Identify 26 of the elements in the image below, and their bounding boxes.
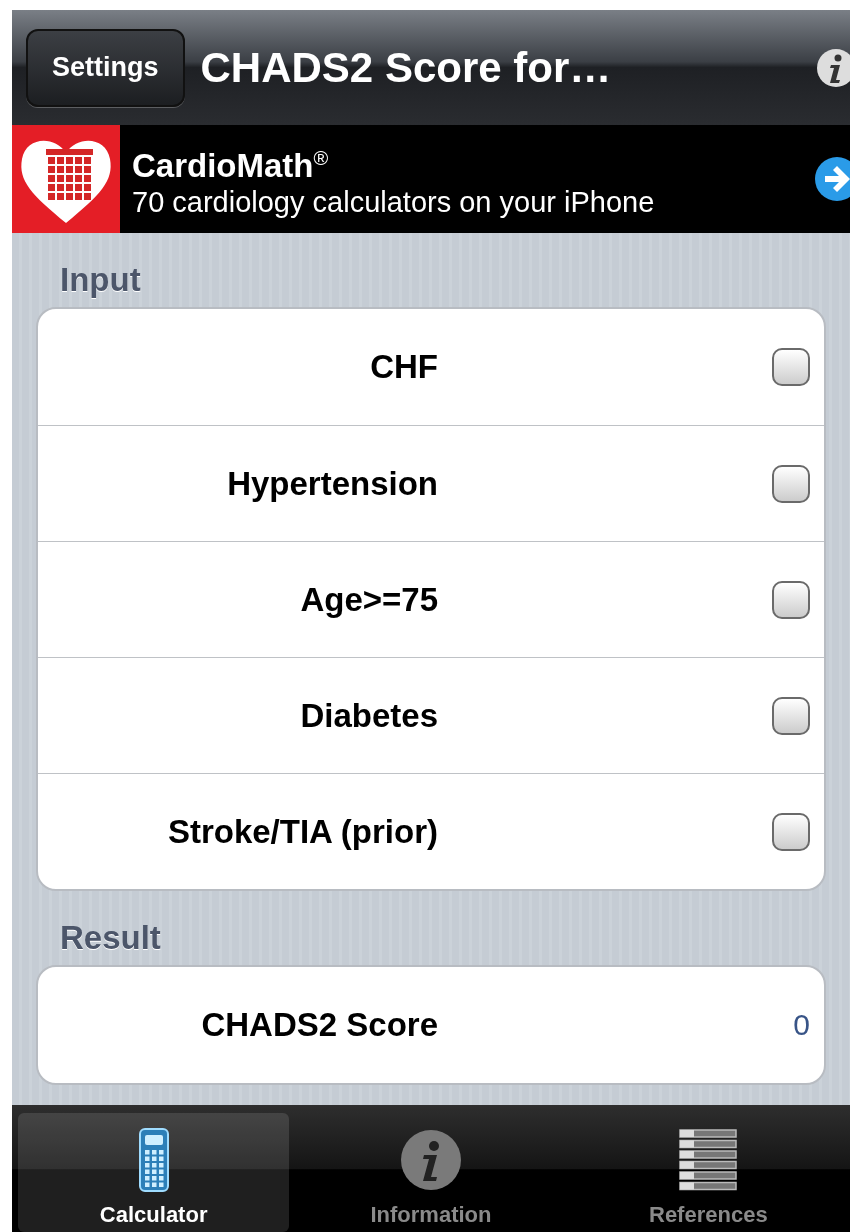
tab[interactable]: Calculator — [18, 1113, 290, 1232]
tab[interactable]: Information — [295, 1113, 567, 1232]
row-label: Diabetes — [299, 696, 438, 735]
checkbox[interactable] — [772, 696, 810, 735]
tab[interactable]: References — [572, 1113, 844, 1232]
section-header: Input — [59, 260, 142, 300]
section-header: Result — [59, 918, 162, 958]
info-icon — [399, 1128, 463, 1192]
row-label: Age>=75 — [299, 580, 438, 619]
info-icon[interactable] — [816, 47, 850, 88]
heart-calculator-logo[interactable] — [12, 125, 120, 233]
nav-title: CHADS2 Score for… — [200, 43, 613, 92]
ad-subtitle[interactable]: 70 cardiology calculators on your iPhone — [132, 185, 814, 219]
ad-title[interactable]: CardioMath$^{®}$ — [132, 139, 814, 185]
score-value: 0 — [793, 1008, 810, 1042]
arrow-icon[interactable] — [814, 156, 850, 202]
row-label: CHF — [369, 348, 438, 386]
checkbox[interactable] — [772, 812, 810, 851]
row-label: Hypertension — [226, 464, 438, 503]
checkbox[interactable] — [772, 580, 810, 619]
row-label: CHADS2 Score — [200, 1006, 438, 1044]
checkbox[interactable] — [772, 348, 810, 386]
row-label: Stroke/TIA (prior) — [166, 812, 438, 851]
calculator-icon — [138, 1128, 169, 1192]
settings-button[interactable]: Settings — [26, 28, 185, 107]
checkbox[interactable] — [772, 464, 810, 503]
